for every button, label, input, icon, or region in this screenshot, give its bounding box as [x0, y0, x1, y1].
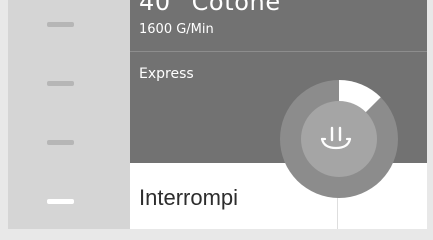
washer-screen: 40° Cotone 1600 G/Min Express Interrompi	[0, 0, 433, 240]
rail-item-3[interactable]	[47, 140, 74, 145]
pause-button[interactable]	[313, 118, 359, 158]
program-title: 40° Cotone	[139, 0, 281, 16]
pause-in-basin-icon	[320, 126, 352, 150]
rail-item-4-active[interactable]	[47, 199, 74, 204]
screen-edge	[427, 0, 433, 240]
option-express: Express	[139, 66, 194, 82]
divider	[130, 51, 427, 52]
rail-item-2[interactable]	[47, 81, 74, 86]
rail-item-1[interactable]	[47, 22, 74, 27]
nav-rail	[8, 0, 130, 229]
spin-speed: 1600 G/Min	[139, 22, 214, 37]
interrupt-label: Interrompi	[139, 185, 239, 210]
